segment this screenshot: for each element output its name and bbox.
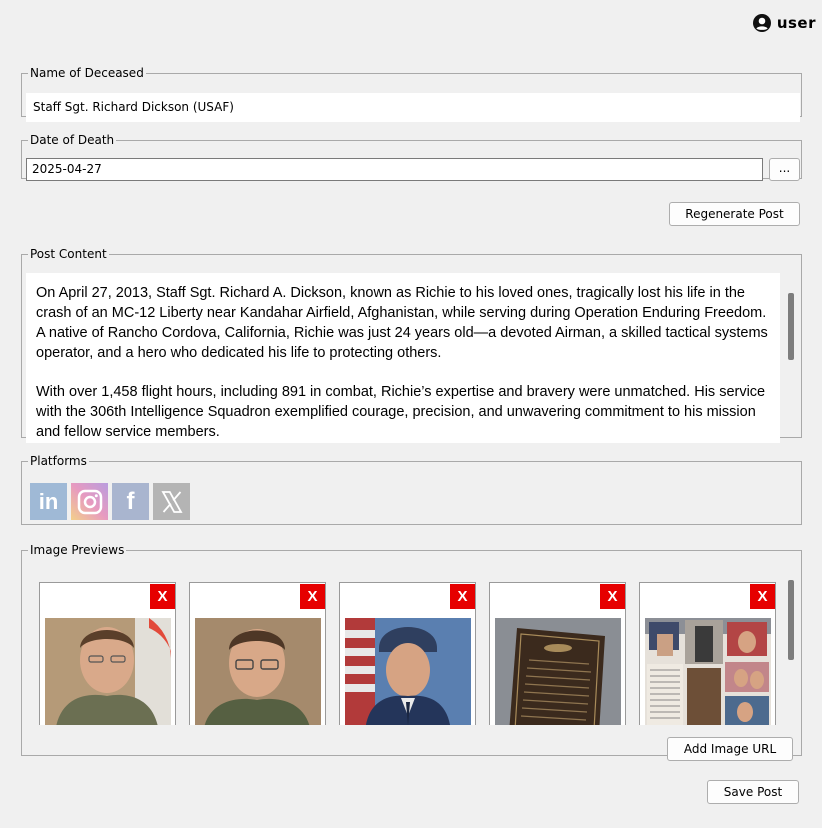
user-menu[interactable]: user (752, 14, 816, 32)
facebook-icon: f (126, 487, 135, 515)
deceased-name-legend: Name of Deceased (30, 66, 144, 80)
date-picker-button[interactable]: ... (769, 158, 800, 181)
linkedin-icon: in (38, 488, 59, 514)
post-paragraph: On April 27, 2013, Staff Sgt. Richard A.… (36, 285, 768, 361)
post-content-scrollbar[interactable] (788, 293, 794, 360)
user-name: user (776, 14, 816, 32)
deceased-name-group: Name of Deceased Staff Sgt. Richard Dick… (21, 66, 802, 122)
image-preview-card: X (489, 582, 626, 725)
add-image-url-button[interactable]: Add Image URL (667, 737, 793, 761)
image-preview-card: X (39, 582, 176, 725)
date-of-death-legend: Date of Death (30, 133, 115, 147)
save-post-button[interactable]: Save Post (707, 780, 799, 804)
facebook-toggle[interactable]: f (112, 483, 149, 520)
image-previews-legend: Image Previews (30, 543, 125, 557)
user-circle-icon (752, 14, 771, 32)
deceased-name-field[interactable]: Staff Sgt. Richard Dickson (USAF) (26, 93, 800, 122)
platforms-legend: Platforms (30, 454, 87, 468)
post-content-textarea[interactable]: On April 27, 2013, Staff Sgt. Richard A.… (26, 273, 780, 443)
instagram-icon (77, 489, 102, 514)
image-previews-group: Image Previews X X X X X Add Image URL (21, 543, 802, 761)
image-thumbnail (495, 618, 621, 725)
post-paragraph: With over 1,458 flight hours, including … (36, 384, 766, 440)
image-thumbnail (45, 618, 171, 725)
post-content-group: Post Content On April 27, 2013, Staff Sg… (21, 247, 802, 443)
remove-image-button[interactable]: X (150, 584, 175, 609)
post-content-legend: Post Content (30, 247, 107, 261)
instagram-toggle[interactable] (71, 483, 108, 520)
image-thumbnail (345, 618, 471, 725)
platforms-group: Platforms in f (21, 454, 802, 525)
image-thumbnail (195, 618, 321, 725)
image-preview-card: X (189, 582, 326, 725)
image-preview-card: X (639, 582, 776, 725)
remove-image-button[interactable]: X (600, 584, 625, 609)
date-of-death-input[interactable]: 2025-04-27 (26, 158, 763, 181)
image-preview-card: X (339, 582, 476, 725)
x-icon (160, 490, 183, 513)
image-thumbnail (645, 618, 771, 725)
remove-image-button[interactable]: X (450, 584, 475, 609)
date-of-death-group: Date of Death 2025-04-27 ... (21, 133, 802, 181)
x-toggle[interactable] (153, 483, 190, 520)
image-previews-scroll-area[interactable]: X X X X X (26, 569, 780, 725)
regenerate-post-button[interactable]: Regenerate Post (669, 202, 800, 226)
linkedin-toggle[interactable]: in (30, 483, 67, 520)
remove-image-button[interactable]: X (750, 584, 775, 609)
image-previews-scrollbar[interactable] (788, 580, 794, 660)
remove-image-button[interactable]: X (300, 584, 325, 609)
